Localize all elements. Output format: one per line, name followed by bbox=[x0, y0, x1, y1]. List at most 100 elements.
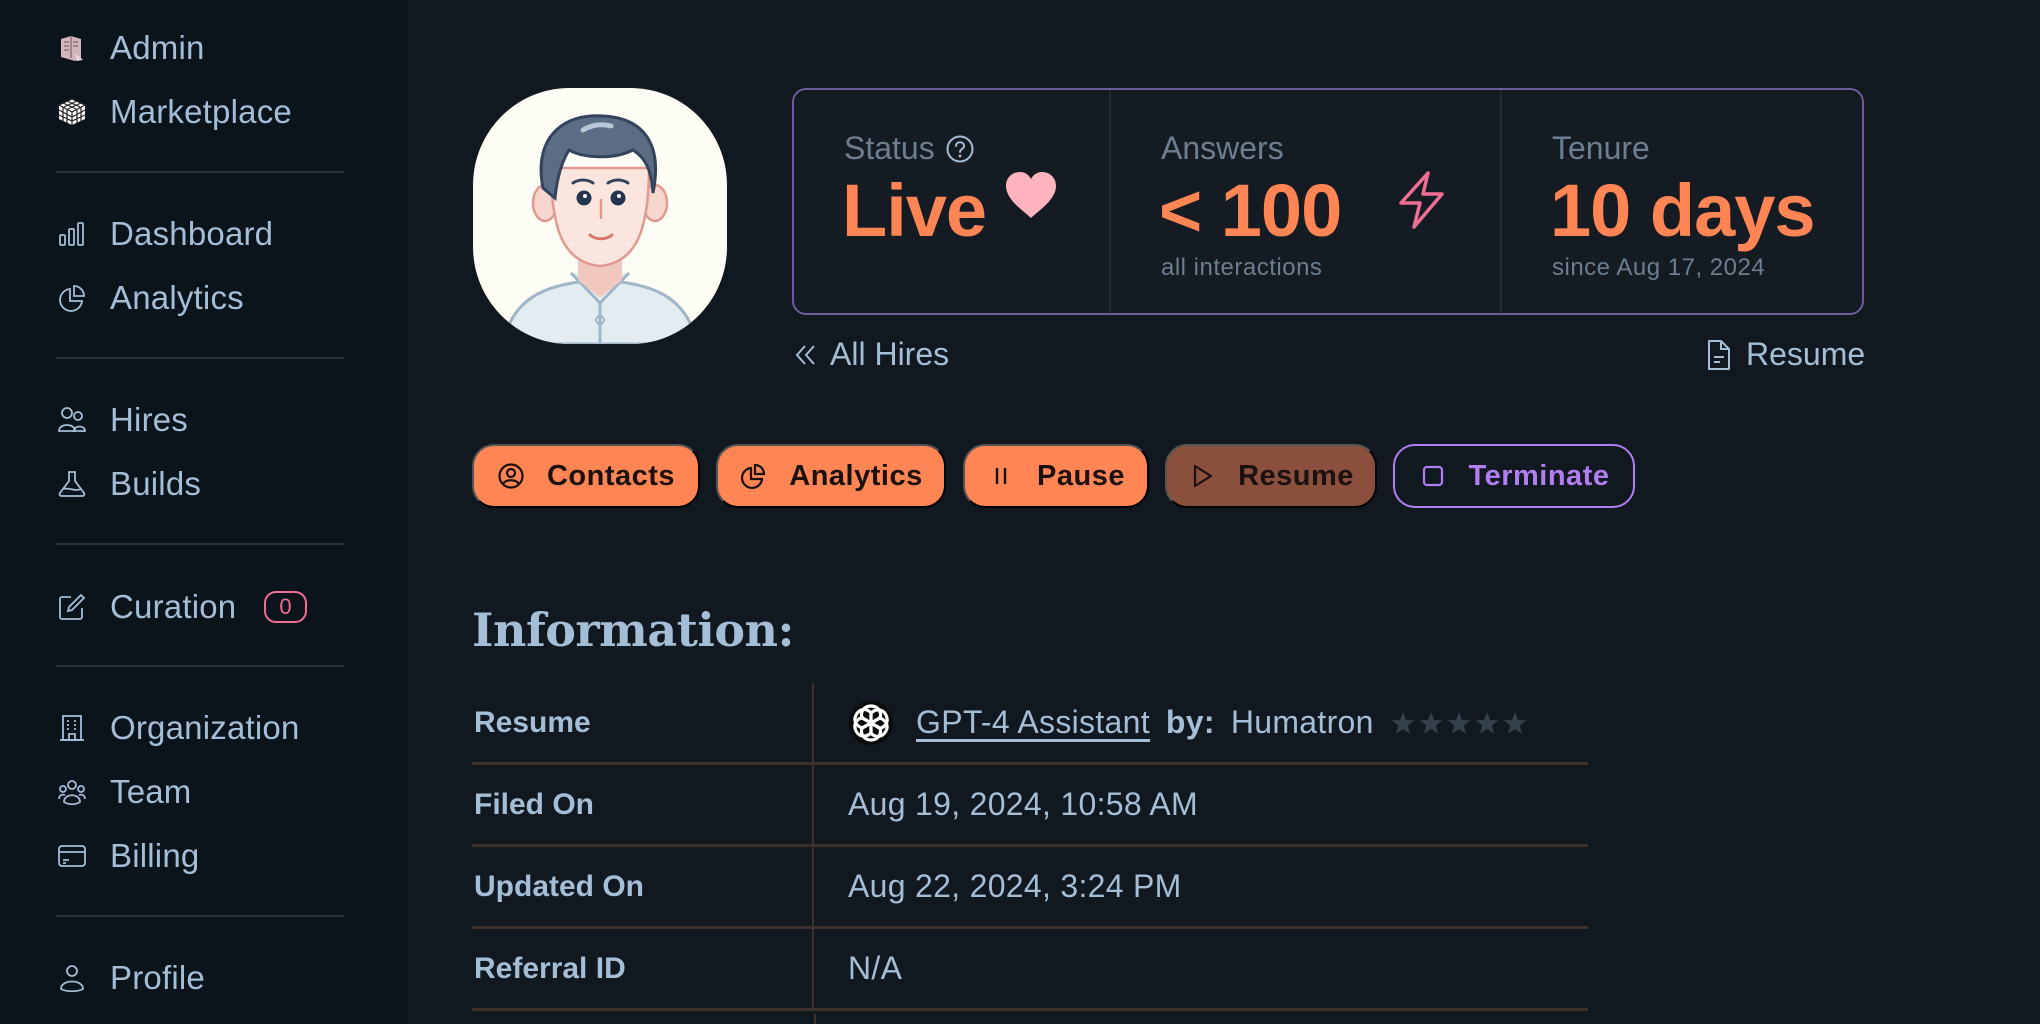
cube-grid-icon bbox=[56, 96, 88, 128]
pause-icon bbox=[995, 468, 1007, 484]
admin-building-icon bbox=[56, 32, 88, 64]
users-icon bbox=[56, 404, 88, 436]
sidebar-item-curation[interactable]: Curation 0 bbox=[56, 581, 346, 633]
credit-card-icon bbox=[56, 840, 88, 872]
pie-chart-icon bbox=[741, 463, 766, 490]
button-label: Pause bbox=[1037, 459, 1125, 492]
heart-icon bbox=[1006, 172, 1056, 218]
curation-count-badge: 0 bbox=[264, 591, 307, 623]
table-row: Updated On Aug 22, 2024, 3:24 PM bbox=[472, 847, 1588, 929]
sidebar-item-label: Team bbox=[110, 773, 192, 810]
sidebar-item-label: Admin bbox=[110, 29, 205, 66]
stop-icon bbox=[1422, 465, 1443, 487]
row-key: Updated On bbox=[472, 847, 814, 926]
sidebar-item-label: Curation bbox=[110, 588, 237, 625]
sidebar-item-dashboard[interactable]: Dashboard bbox=[56, 208, 346, 260]
play-icon bbox=[1193, 464, 1213, 488]
stat-label: Answers bbox=[1161, 130, 1284, 166]
sidebar-item-label: Billing bbox=[110, 837, 200, 874]
chevrons-left-icon bbox=[795, 344, 815, 365]
row-value: N/A bbox=[848, 950, 903, 986]
stat-answers: Answers < 100 all interactions bbox=[1111, 90, 1502, 313]
button-label: Analytics bbox=[789, 459, 923, 492]
button-label: Contacts bbox=[546, 459, 676, 492]
pie-chart-icon bbox=[56, 282, 88, 314]
sidebar: Admin Marketplace Dashboard Analytics Hi… bbox=[0, 0, 407, 1024]
star-icon bbox=[1391, 711, 1415, 734]
star-icon bbox=[1503, 711, 1527, 734]
by-label: by: bbox=[1165, 704, 1215, 740]
resume-link-label: Resume bbox=[1746, 336, 1866, 372]
pause-button[interactable]: Pause bbox=[963, 444, 1149, 508]
sidebar-item-billing[interactable]: Billing bbox=[56, 830, 346, 882]
all-hires-label: All Hires bbox=[830, 336, 950, 372]
user-circle-icon bbox=[498, 463, 524, 489]
help-circle-icon[interactable] bbox=[945, 134, 975, 164]
resume-link[interactable]: Resume bbox=[1706, 336, 1865, 373]
sidebar-item-hires[interactable]: Hires bbox=[56, 394, 346, 446]
rating-stars bbox=[1390, 710, 1528, 736]
all-hires-link[interactable]: All Hires bbox=[794, 336, 949, 373]
stat-label: Tenure bbox=[1552, 130, 1650, 166]
stat-status-label-row: Status bbox=[844, 130, 975, 167]
sidebar-divider bbox=[56, 665, 344, 667]
sidebar-divider bbox=[56, 171, 344, 173]
team-icon bbox=[56, 776, 88, 808]
stat-value: Live bbox=[842, 169, 987, 252]
terminate-button[interactable]: Terminate bbox=[1393, 444, 1635, 508]
user-icon bbox=[56, 962, 88, 994]
sidebar-item-label: Builds bbox=[110, 465, 202, 502]
sidebar-item-profile[interactable]: Profile bbox=[56, 952, 346, 1004]
sidebar-item-organization[interactable]: Organization bbox=[56, 702, 346, 754]
row-key: Resume bbox=[472, 683, 814, 762]
star-icon bbox=[1447, 711, 1471, 734]
table-row: Referral ID N/A bbox=[472, 929, 1588, 1011]
button-label: Resume bbox=[1238, 459, 1354, 492]
flask-icon bbox=[56, 468, 88, 500]
sidebar-item-label: Organization bbox=[110, 709, 300, 746]
stat-label: Status bbox=[844, 130, 935, 166]
sidebar-divider bbox=[56, 915, 344, 917]
sidebar-item-label: Hires bbox=[110, 401, 189, 438]
stat-sub: all interactions bbox=[1161, 254, 1323, 281]
sidebar-item-marketplace[interactable]: Marketplace bbox=[56, 86, 346, 138]
sidebar-item-label: Analytics bbox=[110, 279, 244, 316]
star-icon bbox=[1475, 711, 1499, 734]
stat-sub: since Aug 17, 2024 bbox=[1552, 254, 1766, 281]
stat-value: 10 days bbox=[1550, 169, 1816, 252]
resume-button[interactable]: Resume bbox=[1165, 444, 1377, 508]
sidebar-item-admin[interactable]: Admin bbox=[56, 22, 346, 74]
table-row: Filed On Aug 19, 2024, 10:58 AM bbox=[472, 765, 1588, 847]
information-table: Resume GPT-4 Assistant by: Humatron File… bbox=[472, 683, 1588, 1011]
bar-chart-icon bbox=[56, 218, 88, 250]
stat-value: < 100 bbox=[1159, 169, 1342, 252]
row-key: Referral ID bbox=[472, 929, 814, 1008]
row-value: Aug 19, 2024, 10:58 AM bbox=[848, 786, 1198, 822]
lightning-icon bbox=[1399, 171, 1444, 229]
row-key: Filed On bbox=[472, 765, 814, 844]
sidebar-item-label: Dashboard bbox=[110, 215, 274, 252]
sidebar-item-label: Profile bbox=[110, 959, 205, 996]
sidebar-item-analytics[interactable]: Analytics bbox=[56, 272, 346, 324]
office-building-icon bbox=[56, 712, 88, 744]
author-name: Humatron bbox=[1230, 704, 1374, 740]
analytics-button[interactable]: Analytics bbox=[716, 444, 946, 508]
openai-logo-icon bbox=[849, 700, 893, 745]
stat-tenure: Tenure 10 days since Aug 17, 2024 bbox=[1502, 90, 1862, 313]
table-row: Resume GPT-4 Assistant by: Humatron bbox=[472, 683, 1588, 765]
stat-status: Status Live bbox=[794, 90, 1111, 313]
sidebar-item-team[interactable]: Team bbox=[56, 766, 346, 818]
information-heading: Information: bbox=[472, 603, 794, 657]
sidebar-item-builds[interactable]: Builds bbox=[56, 458, 346, 510]
row-value: Aug 22, 2024, 3:24 PM bbox=[848, 868, 1182, 904]
edit-icon bbox=[56, 591, 88, 623]
hire-avatar bbox=[473, 88, 727, 344]
table-divider bbox=[814, 1014, 816, 1024]
sidebar-divider bbox=[56, 543, 344, 545]
resume-model-link[interactable]: GPT-4 Assistant bbox=[916, 704, 1150, 741]
stats-card: Status Live Answers < 100 all interactio… bbox=[792, 88, 1864, 315]
button-label: Terminate bbox=[1468, 459, 1610, 492]
contacts-button[interactable]: Contacts bbox=[472, 444, 700, 508]
row-value: GPT-4 Assistant by: Humatron bbox=[814, 700, 1528, 746]
document-icon bbox=[1708, 339, 1730, 370]
